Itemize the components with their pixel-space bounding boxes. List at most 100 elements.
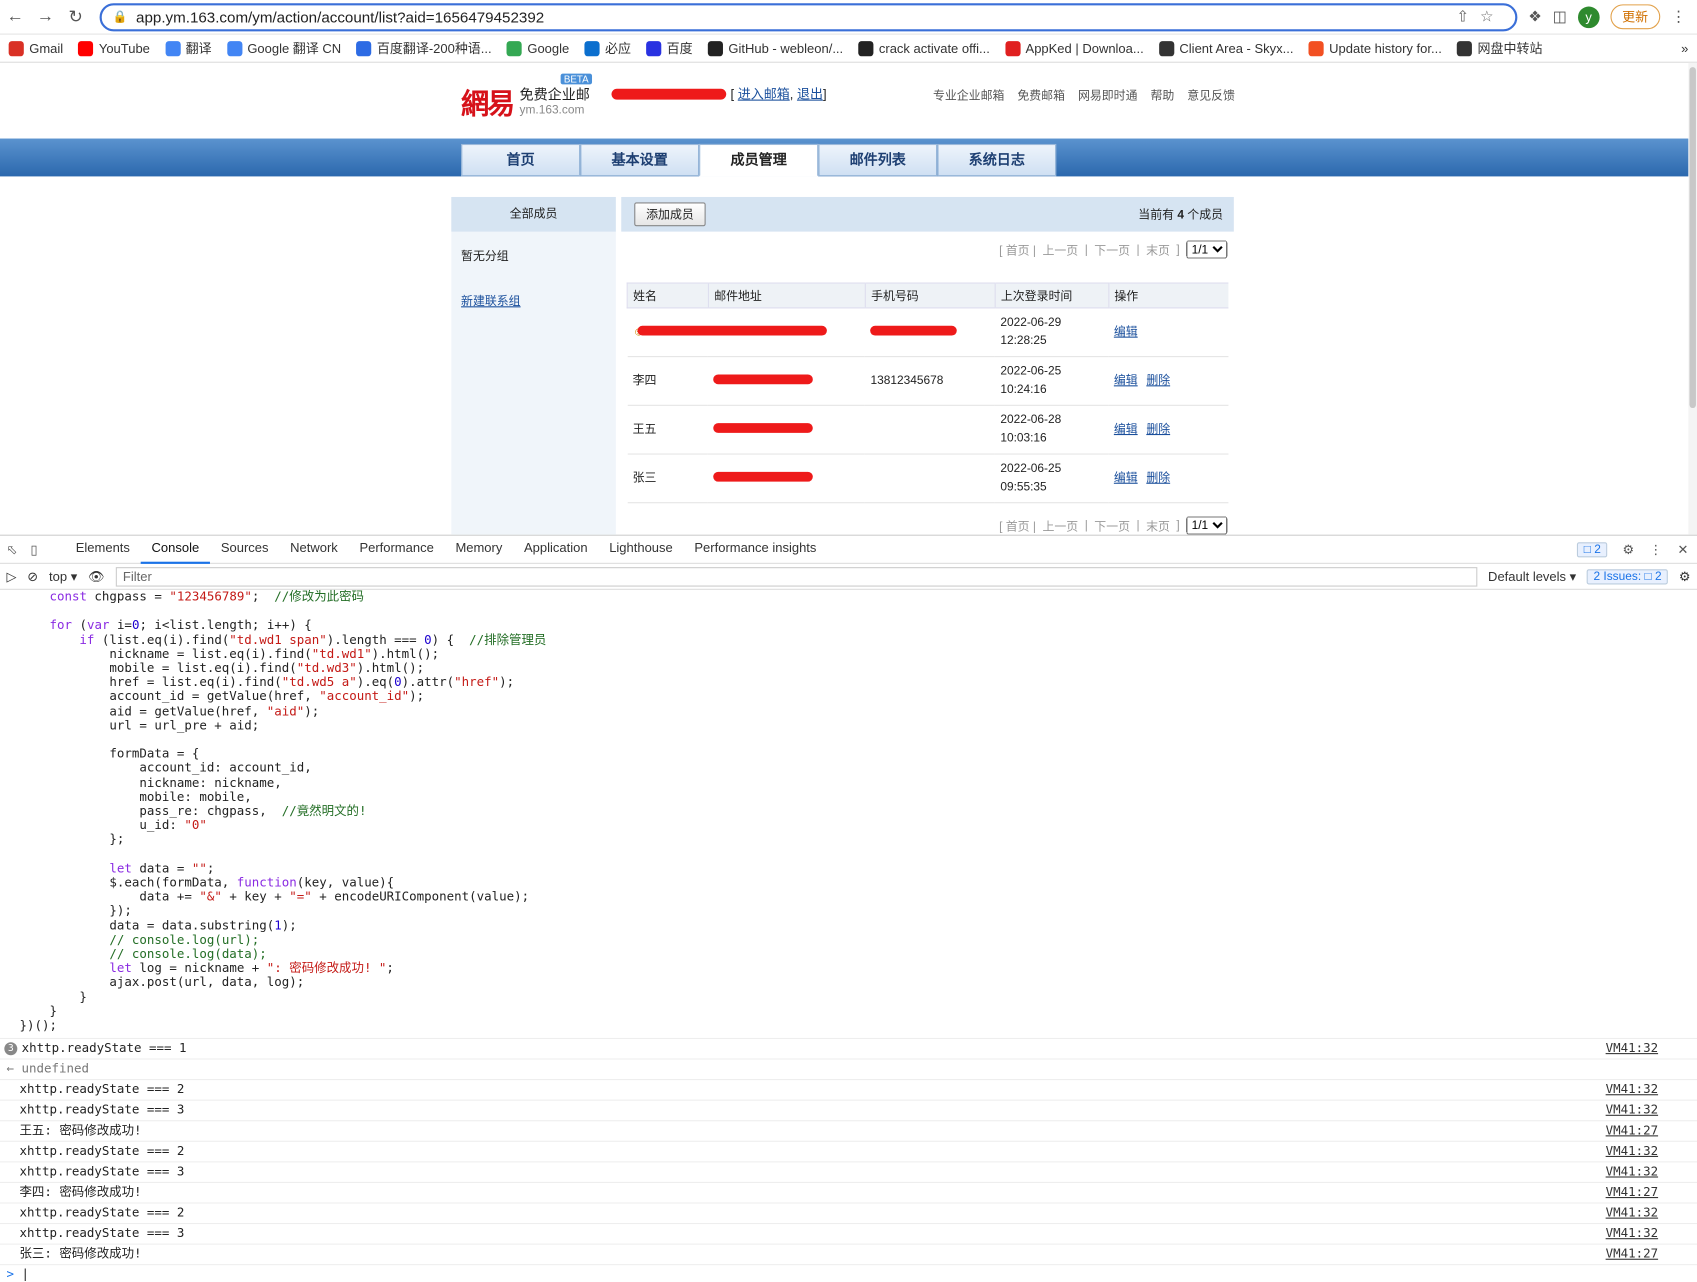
devtools-tab[interactable]: Console — [140, 535, 211, 564]
member-email — [708, 454, 866, 504]
page-select-bottom[interactable]: 1/1 — [1186, 516, 1228, 535]
share-star-icons[interactable]: ⇧☆ — [1456, 8, 1504, 26]
page-scrollbar[interactable] — [1688, 62, 1697, 535]
settings-gear-icon[interactable]: ⚙ — [1623, 542, 1635, 557]
edit-link[interactable]: 编辑 — [1114, 423, 1138, 436]
netease-logo[interactable]: 網易 免费企业邮 ym.163.com BETA — [461, 73, 592, 122]
inspect-icon[interactable]: ⬁ — [6, 542, 17, 557]
pager-first[interactable]: 首页 — [1006, 244, 1030, 257]
console-prompt[interactable]: > | — [0, 1264, 1697, 1282]
issues-button[interactable]: 2 Issues: □ 2 — [1586, 568, 1669, 584]
back-icon[interactable]: ← — [0, 7, 30, 26]
eye-icon[interactable]: 👁 — [88, 569, 104, 584]
logout-link[interactable]: 退出 — [797, 87, 823, 102]
member-name: 王五 — [627, 405, 709, 455]
new-group-link[interactable]: 新建联系组 — [461, 295, 521, 308]
column-header: 手机号码 — [864, 282, 995, 309]
url-text[interactable]: app.ym.163.com/ym/action/account/list?ai… — [136, 8, 1456, 25]
tab-home[interactable]: 首页 — [461, 143, 581, 177]
add-member-button[interactable]: 添加成员 — [634, 202, 706, 227]
console-settings-icon[interactable]: ⚙ — [1679, 569, 1691, 584]
devtools-tab[interactable]: Lighthouse — [598, 535, 683, 564]
devtools-tab[interactable]: Elements — [65, 535, 141, 564]
bookmark-item[interactable]: 网盘中转站 — [1456, 39, 1542, 57]
pager-last[interactable]: 末页 — [1146, 241, 1170, 258]
address-bar[interactable]: 🔒 app.ym.163.com/ym/action/account/list?… — [99, 2, 1518, 31]
page-select[interactable]: 1/1 — [1186, 240, 1228, 259]
devtools-tab[interactable]: Performance — [349, 535, 445, 564]
bookmark-item[interactable]: Client Area - Skyx... — [1158, 40, 1293, 56]
top-link[interactable]: 帮助 — [1150, 87, 1174, 104]
bookmark-item[interactable]: AppKed | Downloa... — [1004, 40, 1144, 56]
update-button[interactable]: 更新 — [1610, 4, 1661, 30]
log-source-link[interactable]: VM41:27 — [1606, 1123, 1658, 1138]
log-source-link[interactable]: VM41:32 — [1606, 1226, 1658, 1241]
edit-link[interactable]: 编辑 — [1114, 471, 1138, 484]
devtools-tab[interactable]: Sources — [210, 535, 279, 564]
issues-badge[interactable]: □ 2 — [1577, 541, 1608, 557]
return-arrow-icon: ← — [6, 1061, 22, 1077]
bookmark-item[interactable]: Gmail — [8, 40, 63, 56]
log-source-link[interactable]: VM41:32 — [1606, 1103, 1658, 1118]
clear-console-icon[interactable]: ⊘ — [27, 569, 38, 584]
devtools-tab[interactable]: Memory — [445, 535, 514, 564]
levels-select[interactable]: Default levels ▾ — [1488, 569, 1576, 584]
devtools-tab[interactable]: Application — [513, 535, 598, 564]
delete-link[interactable]: 删除 — [1146, 471, 1170, 484]
log-source-link[interactable]: VM41:27 — [1606, 1246, 1658, 1261]
tab-mail-list[interactable]: 邮件列表 — [818, 143, 938, 177]
pager-next[interactable]: 下一页 — [1094, 241, 1130, 258]
bookmark-item[interactable]: Update history for... — [1308, 40, 1442, 56]
devtools-tab[interactable]: Network — [279, 535, 348, 564]
bookmarks-overflow-icon[interactable]: » — [1681, 41, 1688, 56]
bookmark-item[interactable]: Google — [506, 40, 569, 56]
top-link[interactable]: 意见反馈 — [1187, 87, 1235, 104]
enter-mailbox-link[interactable]: 进入邮箱 — [738, 87, 790, 102]
edit-link[interactable]: 编辑 — [1114, 325, 1138, 338]
bookmark-item[interactable]: 必应 — [584, 39, 631, 57]
log-source-link[interactable]: VM41:32 — [1606, 1041, 1658, 1056]
all-members[interactable]: 全部成员 — [451, 196, 616, 232]
pager-prev-bottom[interactable]: 上一页 — [1042, 517, 1078, 534]
bookmark-label: 必应 — [604, 41, 631, 57]
log-source-link[interactable]: VM41:32 — [1606, 1164, 1658, 1179]
menu-icon[interactable]: ⋮ — [1671, 8, 1686, 26]
bookmark-item[interactable]: Google 翻译 CN — [226, 39, 341, 57]
bookmark-item[interactable]: YouTube — [78, 40, 150, 56]
bookmark-item[interactable]: crack activate offi... — [858, 40, 990, 56]
filter-input[interactable]: Filter — [115, 566, 1478, 587]
bookmark-item[interactable]: 翻译 — [165, 39, 212, 57]
log-source-link[interactable]: VM41:32 — [1606, 1082, 1658, 1097]
top-link[interactable]: 专业企业邮箱 — [933, 87, 1004, 104]
delete-link[interactable]: 删除 — [1146, 374, 1170, 387]
pager-last-bottom[interactable]: 末页 — [1146, 517, 1170, 534]
log-source-link[interactable]: VM41:32 — [1606, 1144, 1658, 1159]
more-icon[interactable]: ⋮ — [1649, 542, 1662, 557]
pager-first-bottom[interactable]: 首页 — [1006, 520, 1030, 533]
pager-prev[interactable]: 上一页 — [1042, 241, 1078, 258]
device-toggle-icon[interactable]: ▯ — [30, 542, 37, 557]
edit-link[interactable]: 编辑 — [1114, 374, 1138, 387]
delete-link[interactable]: 删除 — [1146, 423, 1170, 436]
bookmark-item[interactable]: 百度 — [646, 39, 693, 57]
close-icon[interactable]: ✕ — [1677, 542, 1688, 557]
context-select[interactable]: top ▾ — [49, 569, 77, 584]
top-link[interactable]: 网易即时通 — [1078, 87, 1138, 104]
side-panel-icon[interactable]: ◫ — [1553, 8, 1567, 26]
bookmark-item[interactable]: GitHub - webleon/... — [707, 40, 843, 56]
reload-icon[interactable]: ↻ — [61, 6, 91, 28]
forward-icon[interactable]: → — [30, 7, 60, 26]
tab-logs[interactable]: 系统日志 — [937, 143, 1057, 177]
sidebar-toggle-icon[interactable]: ▷ — [6, 569, 16, 584]
log-source-link[interactable]: VM41:27 — [1606, 1185, 1658, 1200]
log-source-link[interactable]: VM41:32 — [1606, 1205, 1658, 1220]
devtools-tab[interactable]: Performance insights — [684, 535, 828, 564]
bookmark-item[interactable]: 百度翻译-200种语... — [356, 39, 492, 57]
top-link[interactable]: 免费邮箱 — [1017, 87, 1065, 104]
extensions-icon[interactable]: ❖ — [1528, 8, 1542, 26]
tab-settings[interactable]: 基本设置 — [580, 143, 700, 177]
pager-next-bottom[interactable]: 下一页 — [1094, 517, 1130, 534]
avatar[interactable]: y — [1577, 5, 1600, 28]
top-links: 专业企业邮箱 免费邮箱 网易即时通 帮助 意见反馈 — [933, 87, 1235, 104]
tab-members[interactable]: 成员管理 — [699, 143, 819, 177]
